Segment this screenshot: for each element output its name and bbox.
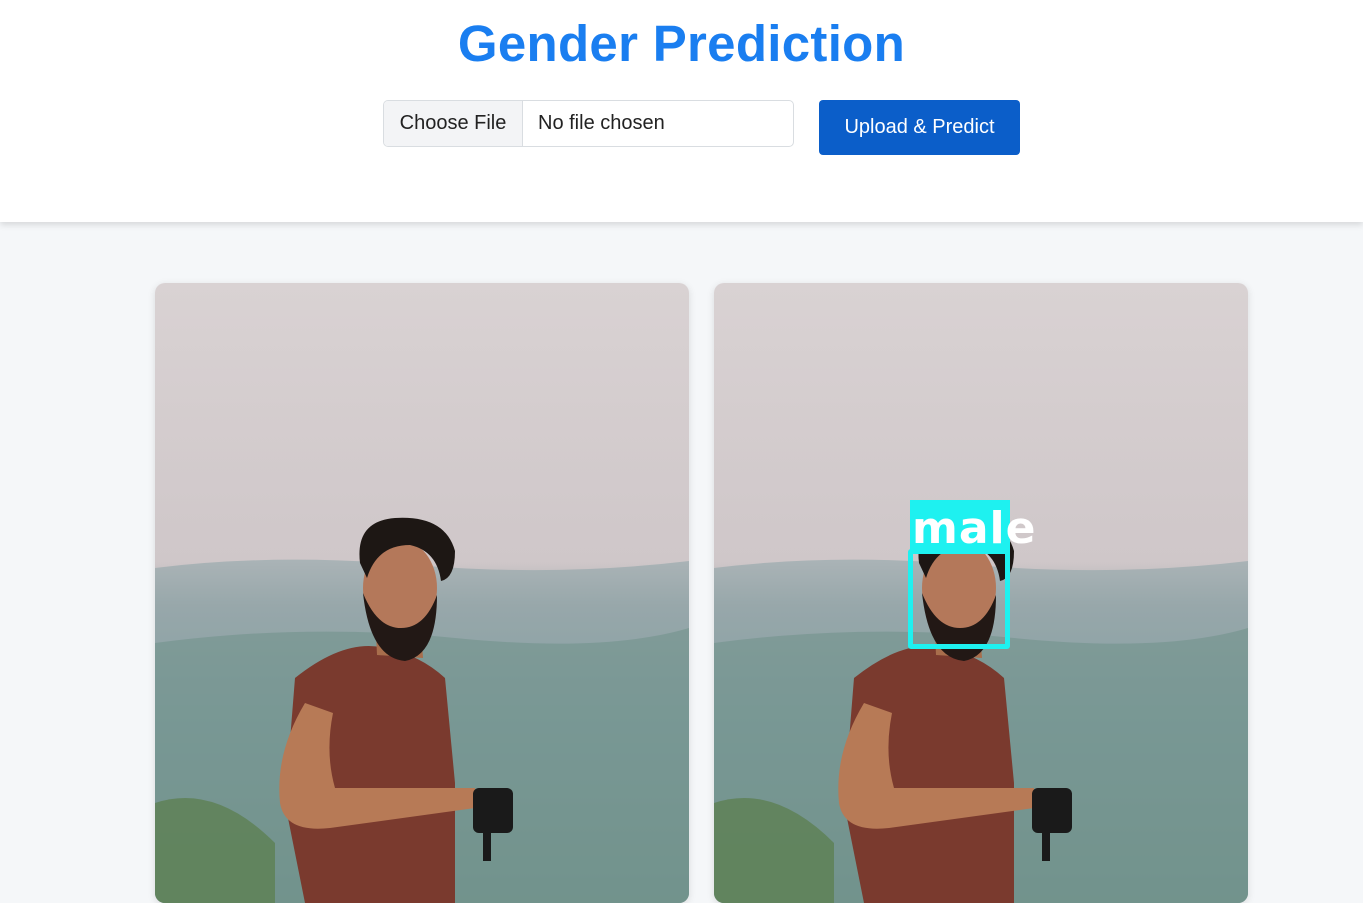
file-input[interactable]: Choose File No file chosen — [383, 100, 794, 147]
face-detection-box — [908, 549, 1010, 649]
upload-predict-button[interactable]: Upload & Predict — [819, 100, 1020, 155]
original-image-card — [155, 283, 689, 903]
prediction-label: male — [912, 503, 1037, 554]
predicted-image-card: male — [714, 283, 1248, 903]
header: Gender Prediction Choose File No file ch… — [0, 0, 1363, 222]
file-status-text: No file chosen — [538, 112, 665, 134]
choose-file-button[interactable]: Choose File — [384, 101, 523, 146]
original-photo — [155, 283, 689, 903]
page-title: Gender Prediction — [457, 15, 906, 72]
